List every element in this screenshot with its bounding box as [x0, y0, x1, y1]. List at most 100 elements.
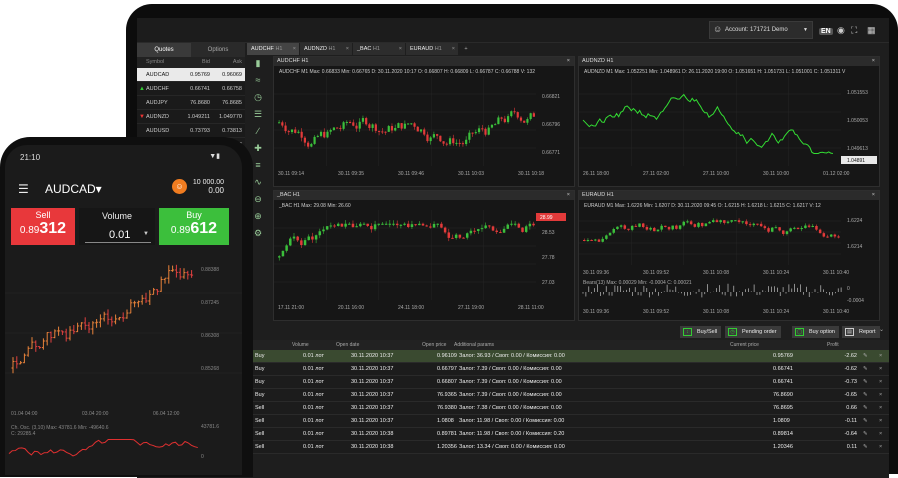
- candle: [510, 223, 513, 225]
- tick-label: 1.051553: [847, 90, 868, 96]
- symbol-selector[interactable]: AUDCAD▾: [45, 182, 102, 196]
- tab-quotes[interactable]: Quotes: [137, 43, 191, 57]
- order-row[interactable]: Buy 0.01 лот 30.11.2020 10:37 0.66807 Залог:…: [247, 376, 889, 389]
- clock-icon[interactable]: ◷: [249, 89, 267, 106]
- candle: [623, 225, 627, 229]
- buy-sell-button[interactable]: ↕ Buy/Sell: [680, 326, 722, 338]
- menu-icon[interactable]: ☰: [18, 182, 29, 196]
- candle: [359, 223, 362, 227]
- candle: [452, 138, 455, 144]
- close-icon[interactable]: ×: [879, 428, 882, 441]
- candlestick-chart[interactable]: 28.53 27.78 27.03 28.99 17.11 21:00 20.11 16:…: [274, 210, 574, 320]
- candle: [807, 225, 811, 227]
- buy-option-button[interactable]: ◯ Buy option: [792, 326, 839, 338]
- bars-icon[interactable]: ☰: [249, 106, 267, 123]
- candle: [294, 129, 297, 133]
- tab-options[interactable]: Options: [191, 43, 245, 57]
- order-row[interactable]: Sell 0.01 лот 30.11.2020 10:38 0.89781 Залог…: [247, 428, 889, 441]
- order-row[interactable]: Buy 0.01 лот 30.11.2020 10:37 0.96109 Залог:…: [247, 350, 889, 363]
- candle: [436, 134, 439, 136]
- line-tool-icon[interactable]: ∕: [249, 123, 267, 140]
- quote-row[interactable]: ▼ AUDNZD 1.049211 1.049770: [137, 110, 245, 124]
- quote-row[interactable]: ▲ AUDCHF 0.66741 0.66758: [137, 82, 245, 96]
- close-icon[interactable]: ×: [879, 402, 882, 415]
- quote-row[interactable]: AUDUSD 0.73793 0.73813: [137, 124, 245, 138]
- volume-selector[interactable]: Volume 0.01 ▼: [79, 208, 155, 245]
- tick-label: 30.11 09:52: [643, 270, 669, 276]
- order-row[interactable]: Buy 0.01 лот 30.11.2020 10:37 0.66797 Залог:…: [247, 363, 889, 376]
- palette-icon[interactable]: ◉: [837, 24, 845, 36]
- candle: [697, 222, 700, 227]
- mobile-bar-chart[interactable]: 0.88388 0.87245 0.86308 0.85268 01.04 04:00 0…: [5, 253, 242, 475]
- add-tab-icon[interactable]: +: [459, 43, 473, 55]
- candle: [462, 237, 465, 239]
- candles-icon[interactable]: ▮: [249, 55, 267, 72]
- account-selector[interactable]: ☺ Account: 171721 Demo ▼: [709, 21, 813, 39]
- candle: [314, 235, 318, 240]
- tick-label: 30.11 10:40: [823, 270, 849, 276]
- candle: [426, 134, 429, 142]
- option-icon: ◯: [795, 328, 804, 336]
- candle: [392, 223, 395, 225]
- tab-chart-1[interactable]: AUDCHF H1 ×: [247, 43, 299, 55]
- quote-row[interactable]: AUDJPY 76.8680 76.8685: [137, 96, 245, 110]
- candle: [410, 123, 413, 125]
- candle: [715, 220, 719, 223]
- candlestick-chart[interactable]: 1.6224 1.6214 30.11 09:36 30.11 09:52 30.11 …: [579, 210, 879, 320]
- order-row[interactable]: Sell 0.01 лот 30.11.2020 10:37 76.9380 Залог…: [247, 402, 889, 415]
- line-chart[interactable]: 1.051553 1.050053 1.049613 1.04891 26.11 18:…: [579, 76, 879, 186]
- tick-label: 0.66771: [542, 150, 560, 156]
- candle: [344, 223, 347, 227]
- candlestick-chart[interactable]: 0.66821 0.66796 0.66771 30.11 09:14 30.11 09…: [274, 76, 574, 186]
- close-icon[interactable]: ×: [879, 350, 882, 363]
- language-button[interactable]: EN: [819, 24, 833, 36]
- price-tag-label: 1.04891: [847, 158, 865, 164]
- order-row[interactable]: Sell 0.01 лот 30.11.2020 10:37 1.0808 Залог:…: [247, 415, 889, 428]
- close-icon[interactable]: ×: [879, 376, 882, 389]
- arrow-down-icon: ▼: [139, 114, 145, 120]
- tab-chart-3[interactable]: _BAC H1 ×: [353, 43, 405, 55]
- close-icon[interactable]: ×: [872, 57, 875, 66]
- candle: [638, 223, 641, 227]
- candle: [419, 129, 423, 132]
- candle: [425, 225, 428, 227]
- report-button[interactable]: ▤ Report: [842, 326, 880, 338]
- candle: [443, 227, 447, 233]
- tick-label: 30.11 10:24: [763, 309, 789, 315]
- fullscreen-icon[interactable]: ⛶: [851, 24, 857, 36]
- pending-order-button[interactable]: ◷ Pending order: [725, 326, 781, 338]
- candle: [342, 122, 345, 129]
- buy-button[interactable]: Buy 0.89612: [159, 208, 229, 245]
- chevron-down-icon[interactable]: ⌄: [879, 326, 884, 333]
- candle: [414, 224, 417, 226]
- candle: [332, 127, 336, 131]
- crosshair-icon[interactable]: ✚: [249, 140, 267, 157]
- trade-icon: ↕: [683, 328, 692, 336]
- close-icon[interactable]: ×: [879, 441, 882, 454]
- candle: [774, 227, 778, 229]
- candle: [423, 129, 426, 135]
- close-icon[interactable]: ×: [879, 389, 882, 402]
- close-icon[interactable]: ×: [872, 191, 875, 200]
- tab-chart-4[interactable]: EURAUD H1 ×: [406, 43, 458, 55]
- order-row[interactable]: Sell 0.01 лот 30.11.2020 10:38 1.20356 Залог…: [247, 441, 889, 454]
- close-icon[interactable]: ×: [567, 191, 570, 200]
- grid-layout-icon[interactable]: ▦: [867, 24, 876, 36]
- sell-button[interactable]: Sell 0.89312: [11, 208, 75, 245]
- close-icon[interactable]: ×: [879, 363, 882, 376]
- candle: [630, 225, 634, 230]
- order-row[interactable]: Buy 0.01 лот 30.11.2020 10:37 76.9365 Залог:…: [247, 389, 889, 402]
- candle: [362, 223, 366, 225]
- candle: [477, 229, 480, 232]
- candle: [700, 222, 704, 227]
- close-icon[interactable]: ×: [567, 57, 570, 66]
- candle: [826, 236, 829, 238]
- indicator-icon[interactable]: ≈: [249, 72, 267, 89]
- candle: [726, 221, 730, 223]
- close-icon[interactable]: ×: [879, 415, 882, 428]
- quote-row[interactable]: AUDCAD 0.95769 0.96069: [137, 68, 245, 82]
- close-icon: ×: [345, 46, 349, 52]
- avatar[interactable]: ☺: [172, 179, 187, 194]
- tab-chart-2[interactable]: AUDNZD H1 ×: [300, 43, 352, 55]
- candle: [671, 225, 674, 230]
